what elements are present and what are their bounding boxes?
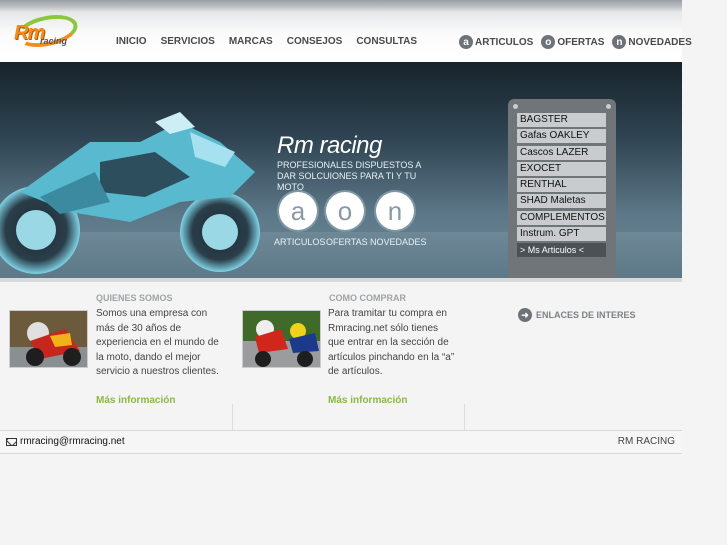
novedades-big-icon[interactable]: n: [376, 192, 414, 230]
hero-banner: Rm racing PROFESIONALES DISPUESTOS A DAR…: [0, 62, 682, 278]
racer-photo: [9, 310, 88, 368]
quienes-text: Somos una empresa con más de 30 años de …: [96, 307, 219, 380]
nav-articulos-label: ARTICULOS: [475, 36, 534, 48]
banner-ofertas-label[interactable]: OFERTAS: [326, 237, 368, 247]
comprar-text: Para tramitar tu compra en Rmracing.net …: [328, 307, 454, 380]
quienes-title: QUIENES SOMOS: [96, 293, 173, 303]
motorcycle-image: [0, 112, 260, 274]
articulos-icon: a: [459, 35, 473, 49]
banner-subtitle: PROFESIONALES DISPUESTOS A DAR SOLCUIONE…: [277, 160, 421, 192]
footer-brand: RM RACING: [617, 436, 675, 447]
nav-articulos[interactable]: a ARTICULOS: [459, 35, 533, 49]
nav-ofertas-label: OFERTAS: [557, 36, 605, 48]
racers-photo: [242, 310, 321, 368]
email-address: rmracing@rmracing.net: [20, 436, 125, 447]
brand-item-exocet[interactable]: EXOCET: [517, 161, 606, 176]
ofertas-icon: o: [541, 35, 556, 49]
comprar-line: Rmracing.net sólo tienes: [328, 322, 439, 334]
envelope-icon: [6, 437, 17, 446]
arrow-right-icon: ➜: [518, 308, 532, 322]
comprar-line: Para tramitar tu compra en: [328, 308, 447, 319]
racers-photo-image: [243, 311, 320, 367]
quienes-line: experiencia en el mundo de: [96, 337, 219, 348]
novedades-icon: n: [612, 35, 627, 49]
banner-articulos-label[interactable]: ARTICULOS: [274, 237, 325, 247]
logo-subtext: racing: [40, 36, 68, 46]
header: Rm racing INICIO SERVICIOS MARCAS CONSEJ…: [0, 0, 692, 62]
banner-title: Rm racing: [277, 132, 382, 159]
nav-novedades[interactable]: n NOVEDADES: [612, 35, 692, 49]
page: Rm racing INICIO SERVICIOS MARCAS CONSEJ…: [0, 0, 727, 545]
brand-item-shad[interactable]: SHAD Maletas: [517, 194, 606, 209]
brand-item-lazer[interactable]: Cascos LAZER: [517, 145, 606, 160]
email-link[interactable]: rmracing@rmracing.net: [6, 436, 125, 447]
nav-inicio[interactable]: INICIO: [116, 36, 147, 47]
secondary-nav: a ARTICULOS o OFERTAS n NOVEDADES: [459, 35, 700, 49]
section-como-comprar: COMO COMPRAR Para tramitar tu compra en …: [233, 282, 465, 430]
banner-novedades-label[interactable]: NOVEDADES: [370, 237, 427, 247]
section-quienes-somos: QUIENES SOMOS Somos una empresa con más …: [0, 282, 232, 430]
brand-item-bagster[interactable]: BAGSTER: [517, 113, 606, 127]
quienes-line: Somos una empresa con: [96, 308, 208, 319]
panel-screw-icon: [606, 104, 611, 109]
ofertas-big-icon[interactable]: o: [326, 192, 364, 230]
quienes-line: servicio a nuestros clientes.: [96, 366, 219, 377]
brands-panel: BAGSTER Gafas OAKLEY Cascos LAZER EXOCET…: [508, 99, 616, 278]
comprar-more-link[interactable]: Más información: [328, 395, 407, 406]
brand-item-gpt[interactable]: Instrum. GPT: [517, 227, 606, 242]
site: Rm racing INICIO SERVICIOS MARCAS CONSEJ…: [0, 0, 692, 545]
articulos-big-icon[interactable]: a: [279, 192, 317, 230]
brand-item-complementos[interactable]: COMPLEMENTOS: [517, 210, 606, 225]
brand-item-renthal[interactable]: RENTHAL: [517, 178, 606, 193]
quienes-line: más de 30 años de: [96, 322, 182, 334]
nav-consejos[interactable]: CONSEJOS: [287, 36, 343, 47]
enlaces-label: ENLACES DE INTERES: [536, 310, 636, 320]
nav-novedades-label: NOVEDADES: [628, 36, 692, 48]
site-logo[interactable]: Rm racing: [12, 9, 81, 53]
brand-item-more[interactable]: > Ms Articulos <: [517, 243, 606, 258]
comprar-line: de artículos.: [328, 366, 383, 377]
comprar-title: COMO COMPRAR: [329, 293, 406, 303]
panel-screw-icon: [513, 104, 518, 109]
column-divider: [464, 404, 465, 430]
brand-list: BAGSTER Gafas OAKLEY Cascos LAZER EXOCET…: [517, 113, 606, 260]
brand-item-oakley[interactable]: Gafas OAKLEY: [517, 129, 606, 144]
racer-photo-image: [10, 311, 87, 367]
nav-marcas[interactable]: MARCAS: [229, 36, 273, 47]
comprar-line: artículos pinchando en la “a”: [328, 351, 455, 363]
nav-ofertas[interactable]: o OFERTAS: [541, 35, 604, 49]
quienes-more-link[interactable]: Más información: [96, 395, 175, 406]
quienes-line: la moto, dando el mejor: [96, 351, 201, 363]
nav-servicios[interactable]: SERVICIOS: [161, 36, 215, 47]
main-nav: INICIO SERVICIOS MARCAS CONSEJOS CONSULT…: [116, 36, 431, 47]
enlaces-de-interes-link[interactable]: ➜ ENLACES DE INTERES: [518, 308, 636, 322]
nav-consultas[interactable]: CONSULTAS: [356, 36, 417, 47]
footer: rmracing@rmracing.net RM RACING: [0, 430, 682, 454]
comprar-line: que entrar en la sección de: [328, 337, 449, 348]
